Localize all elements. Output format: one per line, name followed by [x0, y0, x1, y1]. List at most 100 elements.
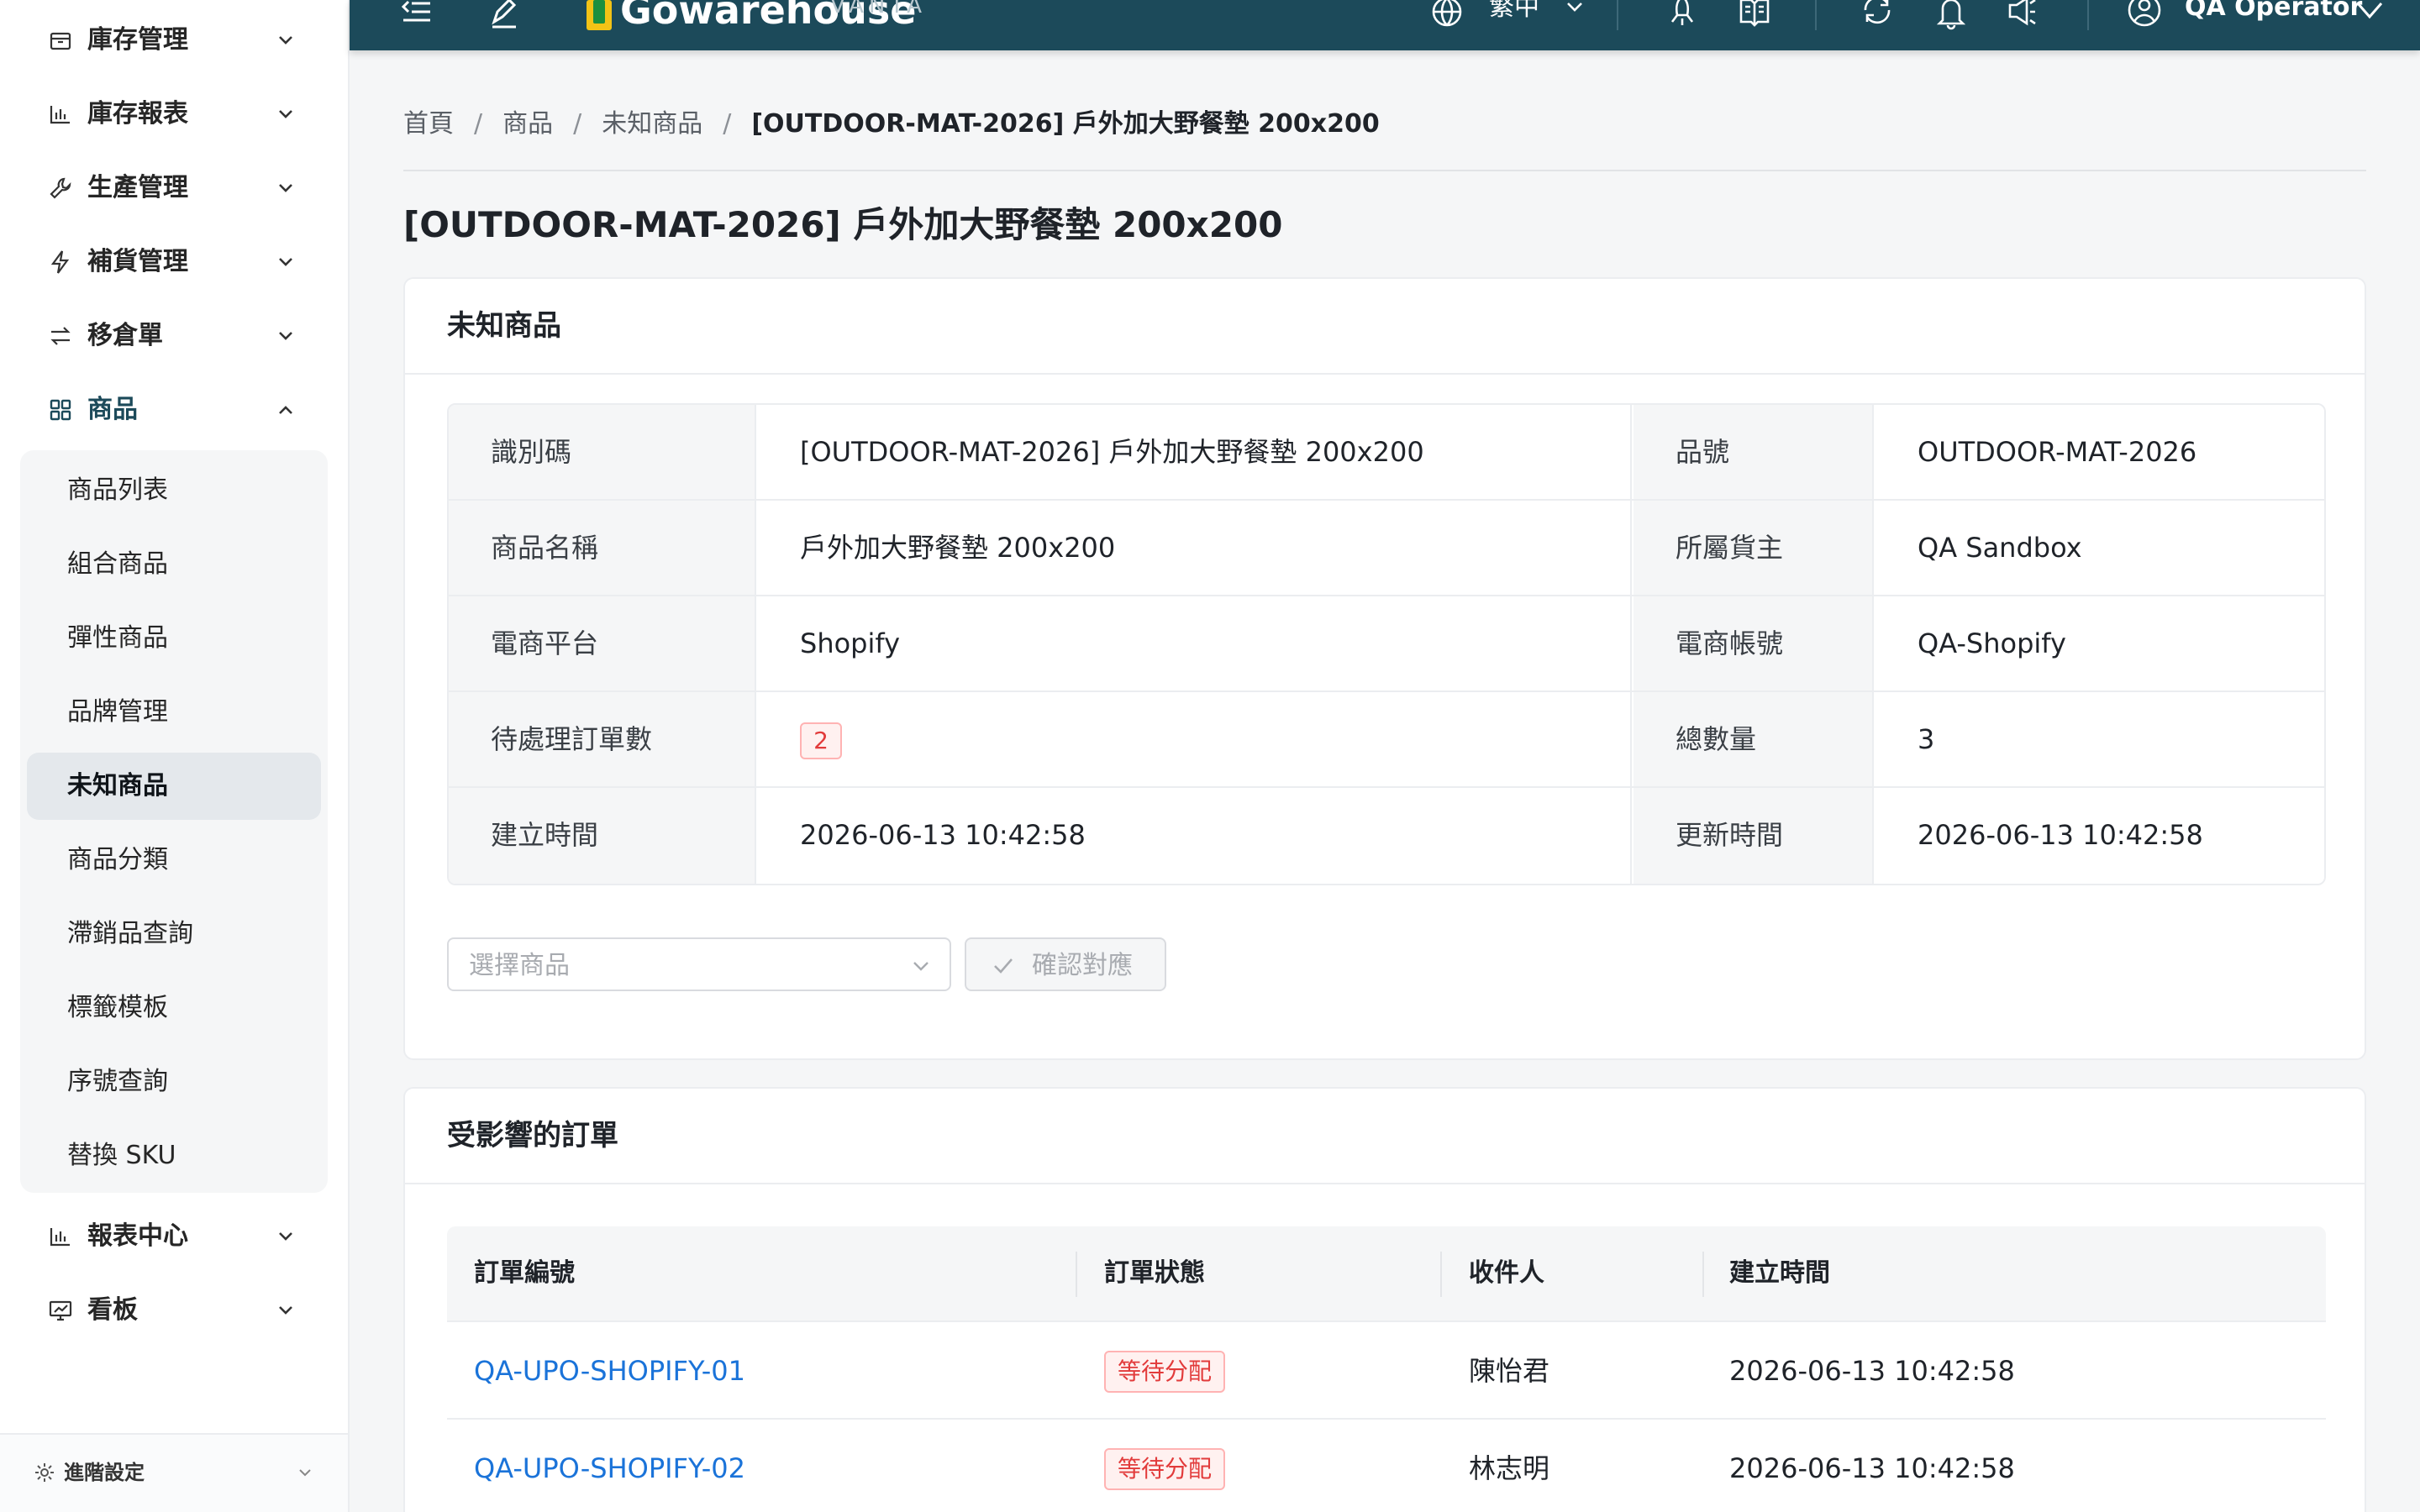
submenu-item-bundles[interactable]: 組合商品: [27, 531, 321, 598]
detail-value: 戶外加大野餐墊 200x200: [800, 532, 1116, 564]
sidebar-item-label: 報表中心: [87, 1221, 188, 1251]
lightning-icon: [50, 250, 70, 274]
detail-label-cell: 電商帳號: [1634, 596, 1874, 690]
chevron-down-icon: [913, 962, 929, 971]
divider: [1815, 0, 1817, 30]
sidebar-item-label: 庫存報表: [87, 99, 188, 129]
grid-icon: [50, 399, 71, 421]
submenu-item-flexible[interactable]: 彈性商品: [27, 605, 321, 672]
sidebar-item-label: 商品: [87, 395, 138, 424]
detail-value-cell: Shopify: [758, 596, 1632, 690]
breadcrumb-unknown-products[interactable]: 未知商品: [602, 108, 702, 141]
sidebar-item-label: 庫存管理: [87, 25, 188, 55]
wrench-icon: [50, 177, 71, 199]
bell-icon[interactable]: [1934, 0, 1968, 30]
order-number-link[interactable]: QA-UPO-SHOPIFY-02: [474, 1450, 745, 1487]
divider: [1617, 0, 1618, 30]
advanced-settings-toggle[interactable]: 進階設定: [0, 1433, 348, 1512]
sidebar-item-products[interactable]: 商品: [20, 376, 329, 444]
card-title: 受影響的訂單: [447, 1119, 618, 1152]
language-selector[interactable]: 繁中: [1489, 0, 1539, 22]
sidebar-item-label: 看板: [87, 1295, 138, 1325]
status-badge: 等待分配: [1104, 1448, 1226, 1490]
submenu-item-serial-lookup[interactable]: 序號查詢: [27, 1048, 321, 1116]
submenu-item-label: 序號查詢: [67, 1067, 168, 1096]
order-number-link[interactable]: QA-UPO-SHOPIFY-01: [474, 1352, 745, 1389]
transfer-arrows-icon: [50, 327, 71, 345]
chevron-down-icon: [279, 36, 292, 45]
user-avatar-icon[interactable]: [2128, 0, 2161, 30]
detail-value-cell: [OUTDOOR-MAT-2026] 戶外加大野餐墊 200x200: [758, 405, 1632, 499]
breadcrumb-separator: /: [573, 109, 582, 139]
chevron-down-icon: [279, 258, 292, 266]
submenu-item-label: 商品分類: [67, 845, 168, 874]
sidebar-item-replenishment[interactable]: 補貨管理: [20, 228, 329, 296]
submenu-item-label: 彈性商品: [67, 623, 168, 653]
chevron-down-icon: [1567, 3, 1582, 12]
chevron-down-icon: [279, 184, 292, 192]
detail-value-cell: 2026-06-13 10:42:58: [1876, 788, 2324, 884]
detail-label-cell: 更新時間: [1634, 788, 1874, 884]
created-time-cell: 2026-06-13 10:42:58: [1729, 1355, 2015, 1387]
breadcrumb: 首頁 / 商品 / 未知商品 / [OUTDOOR-MAT-2026] 戶外加大…: [403, 108, 1380, 141]
pending-orders-badge: 2: [800, 722, 842, 759]
breadcrumb-products[interactable]: 商品: [502, 108, 553, 141]
menu-fold-icon[interactable]: [400, 0, 434, 30]
column-divider: [1440, 1252, 1442, 1297]
card-title: 未知商品: [447, 309, 561, 343]
products-submenu: 商品列表 組合商品 彈性商品 品牌管理 未知商品 商品分類 滯銷品查詢 標籤模板…: [20, 450, 328, 1193]
sidebar: 庫存管理 庫存報表 生產管理 補貨管理 移倉單 商品 商品列表 組合商品 彈性商…: [0, 0, 350, 1512]
submenu-item-slow-moving[interactable]: 滯銷品查詢: [27, 900, 321, 968]
book-icon[interactable]: [1738, 0, 1771, 30]
detail-label: 電商帳號: [1676, 627, 1784, 659]
chevron-down-icon: [279, 110, 292, 118]
breadcrumb-separator: /: [723, 109, 732, 139]
detail-row: 識別碼 [OUTDOOR-MAT-2026] 戶外加大野餐墊 200x200 品…: [449, 405, 2324, 501]
submenu-item-unknown-products[interactable]: 未知商品: [27, 753, 321, 820]
detail-value-cell: OUTDOOR-MAT-2026: [1876, 405, 2324, 499]
detail-label: 總數量: [1676, 723, 1757, 755]
submenu-item-label-templates[interactable]: 標籤模板: [27, 974, 321, 1042]
detail-label: 品號: [1676, 436, 1730, 468]
submenu-item-categories[interactable]: 商品分類: [27, 827, 321, 894]
user-menu[interactable]: QA Operator: [2185, 0, 2362, 22]
product-select[interactable]: 選擇商品: [447, 937, 951, 991]
app-root: 庫存管理 庫存報表 生產管理 補貨管理 移倉單 商品 商品列表 組合商品 彈性商…: [0, 0, 2420, 1512]
column-divider: [1702, 1252, 1704, 1297]
globe-icon[interactable]: [1430, 0, 1464, 30]
sidebar-item-production[interactable]: 生產管理: [20, 155, 329, 222]
announcement-icon[interactable]: [2005, 0, 2039, 30]
detail-label: 建立時間: [491, 819, 599, 851]
breadcrumb-current: [OUTDOOR-MAT-2026] 戶外加大野餐墊 200x200: [751, 109, 1380, 139]
refresh-icon[interactable]: [1860, 0, 1894, 30]
advanced-settings-label: 進階設定: [64, 1461, 145, 1484]
sidebar-item-report-center[interactable]: 報表中心: [20, 1203, 329, 1270]
edit-pen-icon[interactable]: [487, 0, 521, 30]
chevron-down-icon: [2356, 3, 2383, 19]
submenu-item-label: 滯銷品查詢: [67, 919, 193, 948]
confirm-mapping-button[interactable]: 確認對應: [965, 937, 1166, 991]
sidebar-item-inventory-report[interactable]: 庫存報表: [20, 81, 329, 148]
detail-label-cell: 識別碼: [449, 405, 756, 499]
detail-value: 2026-06-13 10:42:58: [1918, 819, 2203, 851]
rocket-icon[interactable]: [1665, 0, 1699, 30]
detail-label-cell: 待處理訂單數: [449, 692, 756, 786]
detail-row: 商品名稱 戶外加大野餐墊 200x200 所屬貨主 QA Sandbox: [449, 501, 2324, 596]
card-header: 受影響的訂單: [405, 1089, 2365, 1184]
submenu-item-brands[interactable]: 品牌管理: [27, 679, 321, 746]
detail-value-cell: 戶外加大野餐墊 200x200: [758, 501, 1632, 595]
submenu-item-replace-sku[interactable]: 替換 SKU: [27, 1122, 321, 1189]
sidebar-item-dashboard[interactable]: 看板: [20, 1277, 329, 1344]
chevron-down-icon: [279, 1306, 292, 1315]
submenu-item-product-list[interactable]: 商品列表: [27, 457, 321, 524]
detail-value: 3: [1918, 723, 1935, 755]
breadcrumb-home[interactable]: 首頁: [403, 108, 454, 141]
sidebar-item-inventory[interactable]: 庫存管理: [20, 7, 329, 74]
detail-value-cell: 3: [1876, 692, 2324, 786]
recipient-cell: 林志明: [1469, 1452, 1550, 1484]
status-badge: 等待分配: [1104, 1351, 1226, 1393]
detail-label-cell: 所屬貨主: [1634, 501, 1874, 595]
detail-value-cell: QA-Shopify: [1876, 596, 2324, 690]
detail-value: Shopify: [800, 627, 901, 659]
sidebar-item-transfer[interactable]: 移倉單: [20, 302, 329, 370]
